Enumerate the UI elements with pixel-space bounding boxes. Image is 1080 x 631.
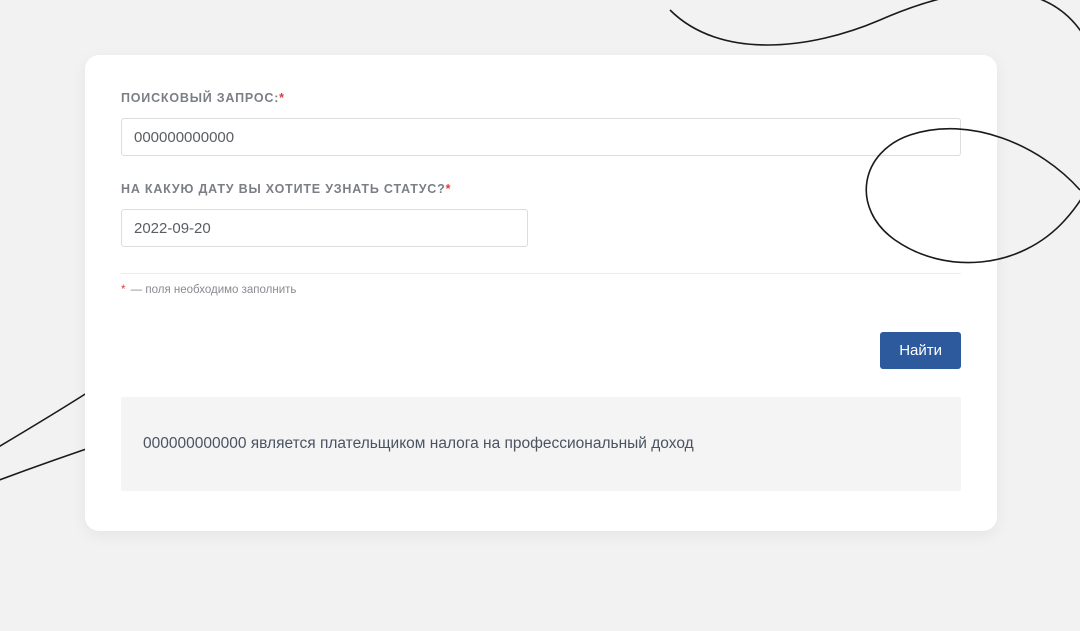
- divider: [121, 273, 961, 274]
- search-field-group: ПОИСКОВЫЙ ЗАПРОС:*: [121, 91, 961, 156]
- date-input[interactable]: [121, 209, 528, 247]
- footnote-text: — поля необходимо заполнить: [127, 284, 296, 296]
- result-message-text: 000000000000 является плательщиком налог…: [143, 435, 694, 452]
- footnote-star: *: [121, 284, 125, 296]
- result-message-box: 000000000000 является плательщиком налог…: [121, 397, 961, 491]
- search-form-card: ПОИСКОВЫЙ ЗАПРОС:* НА КАКУЮ ДАТУ ВЫ ХОТИ…: [85, 55, 997, 531]
- find-button[interactable]: Найти: [880, 332, 961, 369]
- required-footnote: * — поля необходимо заполнить: [121, 284, 961, 296]
- required-mark: *: [279, 91, 285, 105]
- search-label: ПОИСКОВЫЙ ЗАПРОС:*: [121, 91, 961, 105]
- search-input[interactable]: [121, 118, 961, 156]
- search-label-text: ПОИСКОВЫЙ ЗАПРОС:: [121, 91, 279, 105]
- button-row: Найти: [121, 332, 961, 369]
- date-field-group: НА КАКУЮ ДАТУ ВЫ ХОТИТЕ УЗНАТЬ СТАТУС?*: [121, 182, 961, 247]
- date-label-text: НА КАКУЮ ДАТУ ВЫ ХОТИТЕ УЗНАТЬ СТАТУС?: [121, 182, 446, 196]
- required-mark: *: [446, 182, 452, 196]
- date-label: НА КАКУЮ ДАТУ ВЫ ХОТИТЕ УЗНАТЬ СТАТУС?*: [121, 182, 961, 196]
